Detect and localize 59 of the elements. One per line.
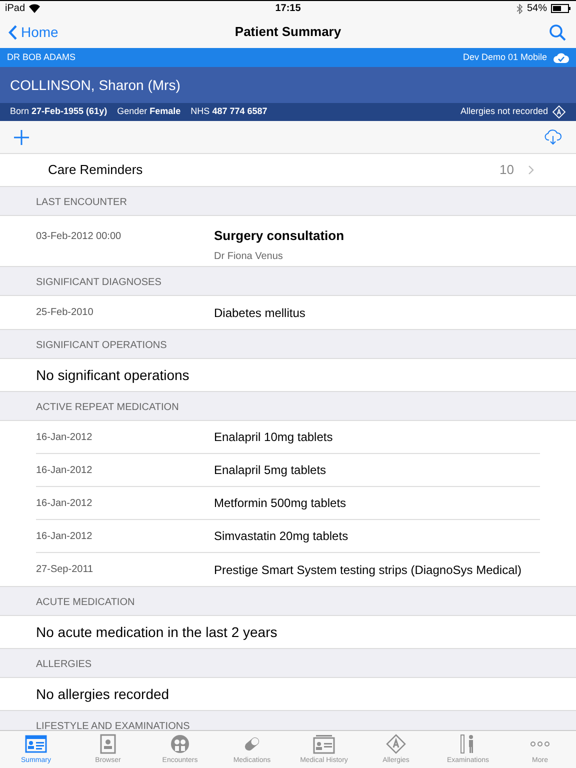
plus-icon: [14, 130, 29, 144]
download-button[interactable]: [544, 129, 562, 145]
bluetooth-icon: [516, 4, 523, 14]
nhs-number: NHS 487 774 6587: [190, 105, 268, 118]
record-date: 16-Jan-2012: [36, 530, 94, 544]
wifi-icon: [29, 4, 40, 13]
encounter-title: Surgery consultation: [214, 227, 344, 245]
empty-message: No acute medication in the last 2 years: [36, 622, 278, 642]
device-label: Dev Demo 01 Mobile: [462, 50, 547, 64]
diamond-a-icon: [384, 732, 408, 755]
record-title: Enalapril 5mg tablets: [214, 462, 326, 479]
search-icon: [549, 24, 566, 40]
add-button[interactable]: [14, 130, 29, 144]
id-card-icon: [24, 732, 48, 755]
search-button[interactable]: [547, 22, 568, 42]
record-title: Metformin 500mg tablets: [214, 495, 346, 512]
section-header: SIGNIFICANT DIAGNOSES: [36, 276, 162, 290]
section-header: LAST ENCOUNTER: [36, 196, 127, 210]
cloud-check-icon: [553, 52, 569, 63]
device-name: iPad: [5, 2, 26, 16]
record-stack-icon: [312, 732, 336, 755]
chevron-right-icon: [528, 165, 534, 175]
allergy-status: Allergies not recorded: [460, 105, 548, 118]
more-icon: [529, 740, 551, 747]
care-reminders-row[interactable]: Care Reminders 10: [0, 154, 576, 187]
section-header: ALLERGIES: [36, 658, 92, 672]
section-header: ACUTE MEDICATION: [36, 596, 135, 610]
section-header: SIGNIFICANT OPERATIONS: [36, 339, 167, 353]
encounter-date: 03-Feb-2012 00:00: [36, 230, 122, 244]
clinician-name: Dr Fiona Venus: [214, 250, 284, 264]
battery-icon: [550, 4, 571, 13]
record-title: Enalapril 10mg tablets: [214, 429, 333, 446]
clinician-name: DR BOB ADAMS: [7, 50, 76, 64]
section-header: LIFESTYLE AND EXAMINATIONS: [36, 720, 190, 730]
record-title: Prestige Smart System testing strips (DiagnoSys Medical): [214, 562, 522, 578]
chevron-left-icon: [8, 24, 17, 40]
record-date: 16-Jan-2012: [36, 496, 94, 510]
clock-time: 17:15: [275, 2, 301, 16]
record-date: 16-Jan-2012: [36, 464, 94, 478]
empty-message: No allergies recorded: [36, 684, 170, 704]
empty-message: No significant operations: [36, 366, 190, 385]
birth-date: Born 27-Feb-1955 (61y): [10, 105, 108, 118]
record-title: Simvastatin 20mg tablets: [214, 528, 348, 545]
cloud-download-icon: [544, 129, 562, 145]
screen-title: Patient Summary: [234, 23, 342, 42]
record-title: Diabetes mellitus: [214, 304, 306, 322]
care-reminders-label: Care Reminders: [48, 161, 144, 180]
section-header: ACTIVE REPEAT MEDICATION: [36, 401, 179, 415]
diamond-a-icon: [552, 105, 566, 119]
patient-name: COLLINSON, Sharon (Mrs): [10, 76, 180, 95]
reminder-count: 10: [500, 161, 514, 180]
people-icon: [168, 732, 192, 755]
record-date: 25-Feb-2010: [36, 306, 94, 320]
record-date: 16-Jan-2012: [36, 430, 94, 444]
back-button[interactable]: Home: [8, 22, 58, 42]
gender: Gender Female: [117, 105, 181, 118]
record-date: 27-Sep-2011: [36, 563, 94, 577]
battery-percent: 54%: [526, 2, 547, 16]
encounter-row[interactable]: 03-Feb-2012 00:00 Surgery consultation Dr Fiona Venus: [0, 216, 576, 266]
